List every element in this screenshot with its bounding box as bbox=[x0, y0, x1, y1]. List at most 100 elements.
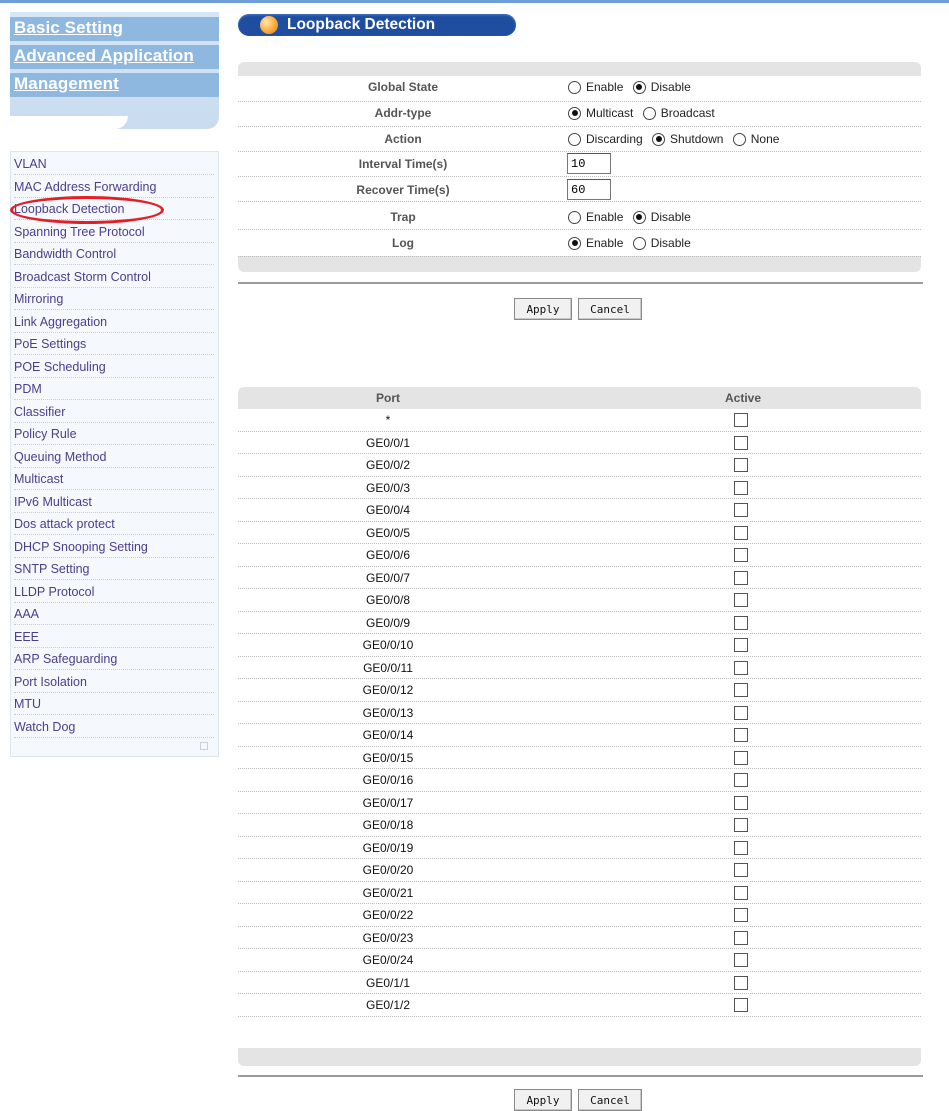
sidebar-item-dos-attack-protect[interactable]: Dos attack protect bbox=[14, 513, 214, 535]
sidebar-item-bandwidth-control[interactable]: Bandwidth Control bbox=[14, 243, 214, 265]
active-checkbox[interactable] bbox=[734, 795, 748, 810]
active-checkbox[interactable] bbox=[734, 638, 748, 652]
interval-time-input[interactable] bbox=[567, 153, 611, 174]
cancel-button-top[interactable]: Cancel bbox=[578, 298, 642, 320]
port-name: GE0/0/18 bbox=[362, 818, 414, 832]
active-checkbox[interactable] bbox=[734, 660, 748, 675]
sidebar-item-sntp-setting[interactable]: SNTP Setting bbox=[14, 558, 214, 580]
sidebar-item-mtu[interactable]: MTU bbox=[14, 693, 214, 715]
active-checkbox[interactable] bbox=[734, 840, 748, 855]
sidebar-item-poe-scheduling[interactable]: POE Scheduling bbox=[14, 356, 214, 378]
trap-disable-radio[interactable] bbox=[632, 210, 646, 224]
active-checkbox[interactable] bbox=[734, 570, 748, 585]
log-enable-radio[interactable] bbox=[568, 236, 581, 250]
apply-button-top[interactable]: Apply bbox=[514, 298, 572, 320]
active-checkbox[interactable] bbox=[734, 863, 748, 877]
active-checkbox[interactable] bbox=[734, 975, 748, 990]
table-row: GE0/0/4 bbox=[238, 499, 921, 522]
sidebar-item-eee[interactable]: EEE bbox=[14, 626, 214, 648]
sidebar-item-mirroring[interactable]: Mirroring bbox=[14, 288, 214, 310]
trap-enable-radio[interactable] bbox=[568, 210, 581, 224]
sidebar-item-watch-dog[interactable]: Watch Dog bbox=[14, 716, 214, 738]
sidebar-item-pdm[interactable]: PDM bbox=[14, 378, 214, 400]
port-name: GE0/0/9 bbox=[365, 615, 411, 630]
port-column-header: Port bbox=[376, 391, 400, 405]
active-checkbox[interactable] bbox=[734, 728, 748, 742]
sidebar-item-loopback-detection[interactable]: Loopback Detection bbox=[14, 198, 214, 220]
active-checkbox[interactable] bbox=[734, 908, 748, 922]
recover-time-input[interactable] bbox=[567, 179, 611, 200]
port-name: GE0/0/17 bbox=[362, 795, 414, 810]
active-checkbox[interactable] bbox=[734, 503, 748, 517]
sidebar-item-mac-address-forwarding[interactable]: MAC Address Forwarding bbox=[14, 176, 214, 198]
active-checkbox[interactable] bbox=[734, 885, 748, 900]
addr-type-options: Multicast Broadcast bbox=[568, 106, 721, 123]
log-label: Log bbox=[392, 236, 414, 250]
active-checkbox[interactable] bbox=[734, 773, 748, 787]
addr-type-broadcast-radio[interactable] bbox=[642, 106, 656, 120]
apply-button-bottom[interactable]: Apply bbox=[514, 1089, 572, 1111]
active-checkbox[interactable] bbox=[734, 435, 748, 450]
action-discarding-radio[interactable] bbox=[568, 132, 581, 146]
sidebar-item-port-isolation[interactable]: Port Isolation bbox=[14, 671, 214, 693]
port-name: GE0/1/2 bbox=[365, 998, 411, 1012]
sidebar-item-policy-rule[interactable]: Policy Rule bbox=[14, 423, 214, 445]
nav-advanced-application[interactable]: Advanced Application bbox=[14, 46, 194, 66]
nav-basic-setting[interactable]: Basic Setting bbox=[14, 18, 123, 38]
active-checkbox[interactable] bbox=[734, 953, 748, 967]
active-checkbox[interactable] bbox=[734, 750, 748, 765]
sidebar-item-broadcast-storm-control[interactable]: Broadcast Storm Control bbox=[14, 266, 214, 288]
active-checkbox[interactable] bbox=[734, 683, 748, 697]
sidebar-item-multicast[interactable]: Multicast bbox=[14, 468, 214, 490]
addr-type-label: Addr-type bbox=[374, 106, 432, 120]
active-checkbox[interactable] bbox=[734, 593, 748, 607]
cancel-button-bottom[interactable]: Cancel bbox=[578, 1089, 642, 1111]
action-shutdown-radio[interactable] bbox=[652, 132, 666, 146]
global-state-options: Enable Disable bbox=[568, 80, 697, 97]
table-row: GE0/0/12 bbox=[238, 679, 921, 702]
active-checkbox[interactable] bbox=[734, 413, 748, 427]
port-name: GE0/0/24 bbox=[362, 953, 414, 967]
sidebar-item-spanning-tree-protocol[interactable]: Spanning Tree Protocol bbox=[14, 221, 214, 243]
sidebar-item-poe-settings[interactable]: PoE Settings bbox=[14, 333, 214, 355]
table-row: GE0/0/14 bbox=[238, 724, 921, 747]
global-state-disable-radio[interactable] bbox=[632, 80, 646, 94]
table-row: GE0/0/3 bbox=[238, 477, 921, 499]
port-name: GE0/0/20 bbox=[362, 863, 414, 877]
sidebar-item-vlan[interactable]: VLAN bbox=[14, 153, 214, 175]
port-name: GE0/0/16 bbox=[362, 773, 414, 787]
addr-type-multicast-radio[interactable] bbox=[568, 106, 581, 120]
table-row: GE0/0/1 bbox=[238, 432, 921, 454]
port-name: GE0/0/1 bbox=[365, 435, 411, 450]
table-row: GE0/1/1 bbox=[238, 972, 921, 994]
global-state-enable-radio[interactable] bbox=[568, 80, 581, 94]
table-row: GE0/0/2 bbox=[238, 454, 921, 477]
trap-options: Enable Disable bbox=[568, 210, 697, 227]
recover-time-label: Recover Time(s) bbox=[356, 183, 450, 197]
nav-management[interactable]: Management bbox=[14, 74, 119, 94]
port-name: GE0/0/7 bbox=[365, 570, 411, 585]
sidebar-item-lldp-protocol[interactable]: LLDP Protocol bbox=[14, 581, 214, 603]
active-checkbox[interactable] bbox=[734, 705, 748, 720]
active-checkbox[interactable] bbox=[734, 458, 748, 472]
active-checkbox[interactable] bbox=[734, 818, 748, 832]
sidebar-item-arp-safeguarding[interactable]: ARP Safeguarding bbox=[14, 648, 214, 670]
divider bbox=[238, 282, 923, 284]
sidebar-item-link-aggregation[interactable]: Link Aggregation bbox=[14, 311, 214, 333]
port-name: GE0/0/11 bbox=[363, 660, 413, 675]
sidebar-item-queuing-method[interactable]: Queuing Method bbox=[14, 446, 214, 468]
active-checkbox[interactable] bbox=[734, 615, 748, 630]
top-accent-line bbox=[0, 0, 949, 3]
sidebar-item-dhcp-snooping-setting[interactable]: DHCP Snooping Setting bbox=[14, 536, 214, 558]
active-column-header: Active bbox=[724, 391, 762, 405]
active-checkbox[interactable] bbox=[734, 525, 748, 540]
sidebar-item-classifier[interactable]: Classifier bbox=[14, 401, 214, 423]
sidebar-item-aaa[interactable]: AAA bbox=[14, 603, 214, 625]
active-checkbox[interactable] bbox=[734, 930, 748, 945]
active-checkbox[interactable] bbox=[734, 548, 748, 562]
active-checkbox[interactable] bbox=[734, 998, 748, 1012]
sidebar-item-ipv6-multicast[interactable]: IPv6 Multicast bbox=[14, 491, 214, 513]
active-checkbox[interactable] bbox=[734, 480, 748, 495]
action-none-radio[interactable] bbox=[732, 132, 746, 146]
log-disable-radio[interactable] bbox=[632, 236, 646, 250]
